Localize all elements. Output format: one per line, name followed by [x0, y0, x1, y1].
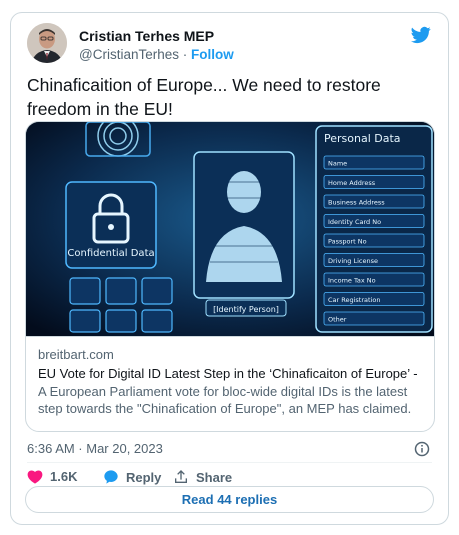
info-icon[interactable]	[414, 441, 430, 457]
reply-bubble-icon	[104, 470, 118, 484]
share-icon	[175, 470, 187, 483]
follow-button[interactable]: Follow	[191, 47, 234, 62]
field-label: Identity Card No	[328, 218, 381, 226]
divider	[27, 462, 432, 463]
reply-label: Reply	[126, 469, 162, 485]
personal-data-label: Personal Data	[324, 132, 401, 145]
link-card[interactable]: Confidential Data [Identify Person] Pers…	[25, 121, 435, 432]
field-label: Business Address	[328, 199, 385, 207]
author-name[interactable]: Cristian Terhes MEP	[79, 27, 234, 45]
heart-icon	[27, 470, 43, 484]
share-button[interactable]: Share	[173, 469, 232, 485]
identify-person-label: [Identify Person]	[213, 305, 279, 314]
separator-dot: ·	[182, 47, 188, 62]
field-label: Other	[328, 316, 347, 324]
reply-button[interactable]: Reply	[103, 469, 161, 485]
field-label: Home Address	[328, 179, 376, 187]
tweet-header: Cristian Terhes MEP @CristianTerhes · Fo…	[27, 23, 432, 67]
field-label: Driving License	[328, 257, 378, 265]
field-label: Car Registration	[328, 296, 380, 304]
like-button[interactable]: 1.6K	[27, 469, 77, 484]
twitter-logo-icon[interactable]	[410, 25, 432, 45]
field-label: Name	[328, 160, 347, 168]
tweet-card: Cristian Terhes MEP @CristianTerhes · Fo…	[10, 12, 449, 525]
author-block: Cristian Terhes MEP @CristianTerhes · Fo…	[79, 27, 234, 64]
tweet-text: Chinaficaition of Europe... We need to r…	[27, 75, 381, 119]
timestamp[interactable]: 6:36 AM · Mar 20, 2023	[27, 441, 163, 456]
like-count: 1.6K	[50, 469, 78, 484]
card-domain: breitbart.com	[38, 347, 114, 362]
card-description: A European Parliament vote for bloc-wide…	[38, 384, 412, 416]
card-body[interactable]: breitbart.com EU Vote for Digital ID Lat…	[26, 336, 434, 431]
meta-row: 6:36 AM · Mar 20, 2023	[27, 438, 432, 460]
card-title: EU Vote for Digital ID Latest Step in th…	[38, 366, 422, 381]
avatar[interactable]	[27, 23, 67, 63]
field-label: Passport No	[328, 238, 367, 246]
confidential-label: Confidential Data	[67, 248, 154, 259]
handle-row: @CristianTerhes · Follow	[79, 46, 234, 64]
read-replies-button[interactable]: Read 44 replies	[25, 486, 434, 513]
share-label: Share	[196, 469, 233, 485]
author-handle[interactable]: @CristianTerhes	[79, 47, 179, 62]
card-image[interactable]: Confidential Data [Identify Person] Pers…	[26, 122, 435, 336]
field-label: Income Tax No	[328, 277, 376, 285]
